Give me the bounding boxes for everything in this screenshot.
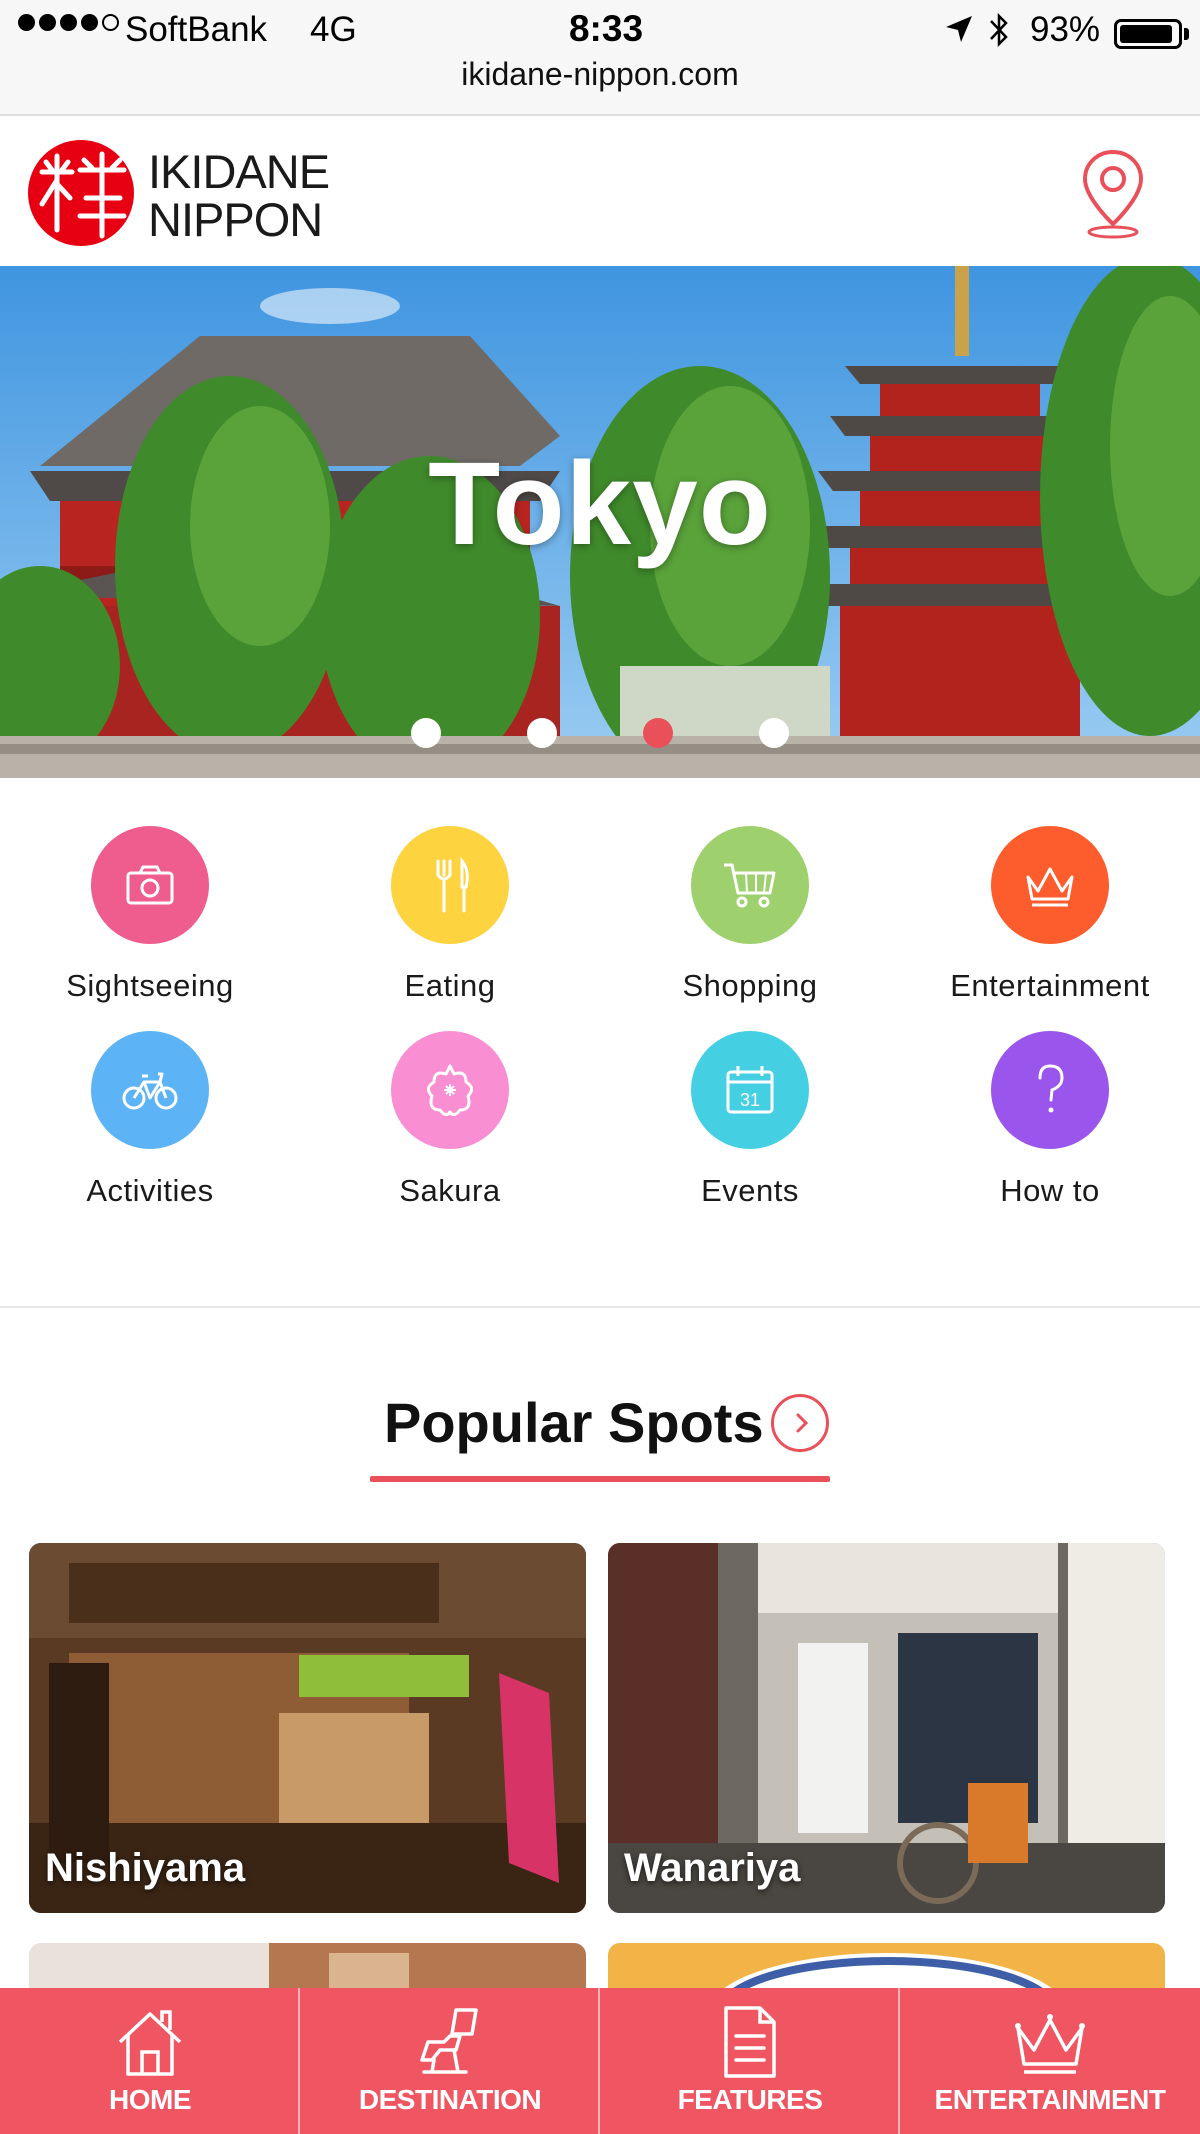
carousel-dot[interactable] (527, 718, 557, 748)
category-label: Activities (86, 1173, 214, 1208)
section-divider (0, 1306, 1200, 1308)
bluetooth-icon (990, 12, 1008, 48)
category-label: How to (1000, 1173, 1100, 1208)
logo-line-2: NIPPON (148, 193, 323, 246)
category-icon-circle (991, 1031, 1109, 1149)
site-logo-text[interactable]: IKIDANE NIPPON (148, 145, 330, 246)
category-label: Shopping (682, 968, 818, 1003)
carousel-dot[interactable] (643, 718, 673, 748)
tab-label: DESTINATION (358, 2084, 542, 2115)
category-icon-circle (91, 1031, 209, 1149)
carousel-dot[interactable] (411, 718, 441, 748)
category-label: Sakura (399, 1173, 501, 1208)
battery-icon (1114, 19, 1182, 49)
category-icon-circle (391, 826, 509, 944)
category-label: Eating (404, 968, 496, 1003)
battery-percent: 93% (1030, 10, 1101, 49)
carousel-dot[interactable] (759, 718, 789, 748)
spot-name: Nishiyama (45, 1846, 246, 1890)
tab-entertainment[interactable]: ENTERTAINMENT (900, 1988, 1200, 2134)
sakura-icon (427, 1064, 473, 1117)
camera-icon (126, 865, 174, 905)
section-title: Popular Spots (384, 1391, 764, 1454)
hero-carousel[interactable]: Tokyo (0, 266, 1200, 778)
category-icon-circle (91, 826, 209, 944)
tab-destination[interactable]: DESTINATION (300, 1988, 600, 2134)
crown-icon (1015, 2014, 1085, 2074)
tab-label: ENTERTAINMENT (934, 2084, 1166, 2115)
status-bar: SoftBank 4G 8:33 93% ikidane-nippon.com (0, 0, 1200, 116)
bicycle-icon (122, 1072, 178, 1110)
spot-name: Wanariya (624, 1846, 801, 1890)
chevron-right-icon (796, 1413, 809, 1433)
tab-label: FEATURES (677, 2084, 823, 2115)
logo-line-1: IKIDANE (148, 145, 330, 198)
category-icon-circle (991, 826, 1109, 944)
home-icon (118, 2010, 182, 2076)
spot-card[interactable]: Nishiyama (29, 1543, 586, 1913)
tab-home[interactable]: HOME (0, 1988, 300, 2134)
destination-icon (420, 2008, 478, 2074)
see-all-button[interactable] (771, 1394, 829, 1452)
category-icon-circle (691, 826, 809, 944)
calendar-icon: 31 (726, 1066, 774, 1114)
crown-icon (1026, 867, 1074, 907)
address-bar-url[interactable]: ikidane-nippon.com (0, 56, 1200, 93)
question-icon (1038, 1064, 1064, 1113)
carousel-pagination (0, 718, 1200, 750)
site-header: IKIDANE NIPPON (0, 118, 1200, 266)
category-icon-circle: 31 (691, 1031, 809, 1149)
category-label: Events (701, 1173, 799, 1208)
category-label: Sightseeing (66, 968, 234, 1003)
tab-features[interactable]: FEATURES (600, 1988, 900, 2134)
category-icon-circle (391, 1031, 509, 1149)
fork-knife-icon (436, 856, 469, 913)
spot-card[interactable]: Wanariya (608, 1543, 1165, 1913)
bottom-tab-bar: HOME DESTINATION FEATURES ENTERTAINMENT (0, 1988, 1200, 2134)
cart-icon (724, 863, 776, 908)
category-label: Entertainment (950, 968, 1150, 1003)
svg-text:31: 31 (740, 1090, 760, 1110)
clock: 8:33 (568, 8, 644, 49)
tab-label: HOME (109, 2084, 192, 2115)
ikidane-logo-icon[interactable] (28, 140, 134, 246)
document-icon (724, 2006, 776, 2078)
location-arrow-icon (946, 16, 972, 42)
section-title-underline (370, 1476, 830, 1482)
map-pin-icon[interactable] (1078, 148, 1148, 240)
hero-title: Tokyo (428, 438, 772, 570)
